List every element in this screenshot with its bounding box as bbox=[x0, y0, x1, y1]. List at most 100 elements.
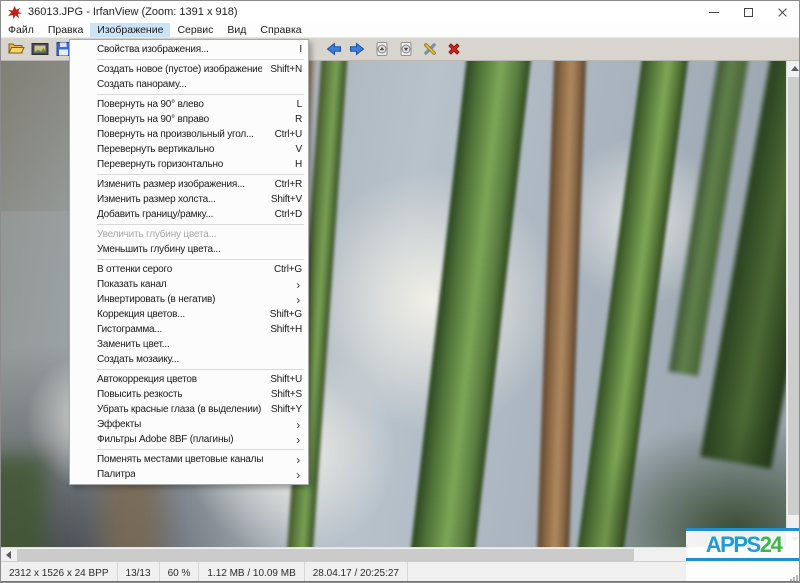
menu-item[interactable]: Гистограмма...Shift+H bbox=[70, 322, 308, 337]
menu-item-label: Автокоррекция цветов bbox=[97, 374, 197, 385]
menu-item[interactable]: Заменить цвет... bbox=[70, 337, 308, 352]
menu-separator bbox=[97, 94, 304, 95]
properties-button[interactable] bbox=[418, 39, 441, 59]
minimize-button[interactable] bbox=[697, 1, 731, 23]
menu-item[interactable]: Палитра› bbox=[70, 467, 308, 482]
menu-item-shortcut: V bbox=[288, 144, 302, 155]
watermark-text: APPS24 bbox=[686, 531, 800, 558]
menu-item[interactable]: Уменьшить глубину цвета... bbox=[70, 242, 308, 257]
window-title: 36013.JPG - IrfanView (Zoom: 1391 x 918) bbox=[28, 6, 238, 18]
scroll-up-button[interactable] bbox=[787, 61, 800, 76]
maximize-button[interactable] bbox=[731, 1, 765, 23]
menu-help[interactable]: Справка bbox=[253, 23, 308, 37]
vertical-scroll-thumb[interactable] bbox=[788, 77, 800, 515]
close-icon bbox=[777, 7, 788, 18]
menu-item-label: Создать панораму... bbox=[97, 79, 187, 90]
photo-green-bottomleft bbox=[1, 456, 46, 547]
menu-item-label: Изменить размер изображения... bbox=[97, 179, 245, 190]
menu-item[interactable]: Перевернуть горизонтальноH bbox=[70, 157, 308, 172]
menu-item[interactable]: В оттенки серогоCtrl+G bbox=[70, 262, 308, 277]
menu-item-shortcut: Shift+N bbox=[262, 64, 302, 75]
menu-view[interactable]: Вид bbox=[220, 23, 253, 37]
menu-item-label: Эффекты bbox=[97, 419, 141, 430]
image-menu-dropdown: Свойства изображения...I Создать новое (п… bbox=[69, 39, 309, 485]
menu-item-label: Перевернуть горизонтально bbox=[97, 159, 223, 170]
menu-item[interactable]: Создать новое (пустое) изображение...Shi… bbox=[70, 62, 308, 77]
slideshow-button[interactable] bbox=[28, 39, 51, 59]
submenu-arrow-icon: › bbox=[288, 295, 302, 305]
menu-item[interactable]: Повернуть на произвольный угол...Ctrl+U bbox=[70, 127, 308, 142]
menu-item[interactable]: Показать канал› bbox=[70, 277, 308, 292]
first-file-button[interactable] bbox=[370, 39, 393, 59]
menu-item-label: Фильтры Adobe 8BF (плагины) bbox=[97, 434, 233, 445]
menu-item[interactable]: Изменить размер холста...Shift+V bbox=[70, 192, 308, 207]
menu-image[interactable]: Изображение bbox=[90, 23, 170, 37]
menu-item-label: Коррекция цветов... bbox=[97, 309, 185, 320]
next-file-button[interactable] bbox=[346, 39, 369, 59]
submenu-arrow-icon: › bbox=[288, 470, 302, 480]
menu-item-shortcut: Shift+S bbox=[263, 389, 302, 400]
menu-item[interactable]: Добавить границу/рамку... Ctrl+D bbox=[70, 207, 308, 222]
menu-item-label: Создать новое (пустое) изображение... bbox=[97, 64, 262, 75]
menu-options[interactable]: Сервис bbox=[170, 23, 220, 37]
close-button[interactable] bbox=[765, 1, 799, 23]
menu-file[interactable]: Файл bbox=[1, 23, 41, 37]
vertical-scrollbar[interactable] bbox=[786, 61, 800, 547]
menu-item[interactable]: Повысить резкость Shift+S bbox=[70, 387, 308, 402]
open-folder-button[interactable] bbox=[4, 39, 27, 59]
previous-file-button[interactable] bbox=[322, 39, 345, 59]
menu-item-label: В оттенки серого bbox=[97, 264, 172, 275]
menu-item-label: Добавить границу/рамку... bbox=[97, 209, 213, 220]
menu-item-label: Гистограмма... bbox=[97, 324, 162, 335]
menu-edit[interactable]: Правка bbox=[41, 23, 90, 37]
scroll-up-icon bbox=[791, 66, 799, 71]
irfanview-logo-icon bbox=[7, 5, 22, 20]
page-up-icon bbox=[374, 41, 390, 57]
menu-item-label: Создать мозаику... bbox=[97, 354, 179, 365]
delete-file-button[interactable] bbox=[442, 39, 465, 59]
menu-item-label: Повысить резкость bbox=[97, 389, 182, 400]
menu-separator bbox=[97, 369, 304, 370]
maximize-icon bbox=[744, 8, 753, 17]
statusbar: 2312 x 1526 x 24 BPP 13/13 60 % 1.12 MB … bbox=[1, 561, 799, 583]
menu-item[interactable]: Убрать красные глаза (в выделении)Shift+… bbox=[70, 402, 308, 417]
horizontal-scrollbar[interactable] bbox=[1, 547, 786, 561]
menu-item-shortcut: Shift+G bbox=[262, 309, 302, 320]
menu-item[interactable]: Создать мозаику... bbox=[70, 352, 308, 367]
menu-item[interactable]: Коррекция цветов... Shift+G bbox=[70, 307, 308, 322]
menu-separator bbox=[97, 59, 304, 60]
menu-item[interactable]: Создать панораму... bbox=[70, 77, 308, 92]
menu-item-shortcut: Shift+U bbox=[262, 374, 302, 385]
status-file-index: 13/13 bbox=[118, 562, 160, 583]
menu-item-shortcut: R bbox=[287, 114, 302, 125]
menu-item[interactable]: Изменить размер изображения... Ctrl+R bbox=[70, 177, 308, 192]
last-file-button[interactable] bbox=[394, 39, 417, 59]
horizontal-scroll-thumb[interactable] bbox=[17, 549, 634, 561]
open-folder-icon bbox=[7, 41, 25, 57]
status-file-size: 1.12 MB / 10.09 MB bbox=[199, 562, 304, 583]
menu-item[interactable]: Перевернуть вертикальноV bbox=[70, 142, 308, 157]
photo-leaf-wide bbox=[406, 61, 533, 547]
menu-item[interactable]: Фильтры Adobe 8BF (плагины)› bbox=[70, 432, 308, 447]
menu-item[interactable]: Автокоррекция цветов Shift+U bbox=[70, 372, 308, 387]
delete-x-icon bbox=[446, 41, 462, 57]
menu-item[interactable]: Свойства изображения...I bbox=[70, 42, 308, 57]
menu-item-shortcut: Shift+Y bbox=[263, 404, 302, 415]
menu-separator bbox=[97, 259, 304, 260]
menu-item[interactable]: Инвертировать (в негатив) › bbox=[70, 292, 308, 307]
page-down-icon bbox=[398, 41, 414, 57]
minimize-icon bbox=[709, 12, 719, 13]
menu-separator bbox=[97, 224, 304, 225]
menu-item[interactable]: Повернуть на 90° вправоR bbox=[70, 112, 308, 127]
menu-item-shortcut: Ctrl+R bbox=[267, 179, 302, 190]
menu-item[interactable]: Повернуть на 90° влевоL bbox=[70, 97, 308, 112]
submenu-arrow-icon: › bbox=[288, 420, 302, 430]
tools-icon bbox=[422, 41, 438, 57]
menu-item-label: Инвертировать (в негатив) bbox=[97, 294, 215, 305]
menu-item[interactable]: Эффекты › bbox=[70, 417, 308, 432]
menu-item[interactable]: Поменять местами цветовые каналы› bbox=[70, 452, 308, 467]
scroll-left-button[interactable] bbox=[1, 548, 16, 562]
menu-item-shortcut: Ctrl+D bbox=[267, 209, 302, 220]
menu-item-label: Заменить цвет... bbox=[97, 339, 169, 350]
scroll-left-icon bbox=[6, 551, 11, 559]
